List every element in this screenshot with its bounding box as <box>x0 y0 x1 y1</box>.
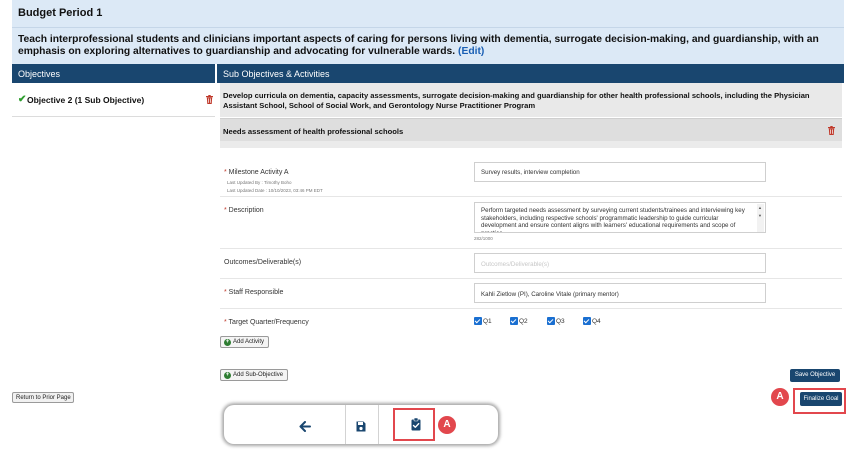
add-sub-objective-button[interactable]: + Add Sub-Objective <box>220 369 288 381</box>
callout-a-toolbar: A <box>438 416 456 434</box>
target-quarter-row: * Target Quarter/Frequency <box>220 309 842 335</box>
goal-text-block: Teach interprofessional students and cli… <box>18 34 840 58</box>
description-textarea[interactable]: Perform targeted needs assessment by sur… <box>474 202 766 233</box>
sub-objective-header: Develop curricula on dementia, capacity … <box>220 83 842 117</box>
goal-description: Teach interprofessional students and cli… <box>12 28 844 64</box>
outcomes-row: Outcomes/Deliverable(s) Outcomes/Deliver… <box>220 249 842 279</box>
milestone-row: * Milestone Activity A Last Updated By :… <box>220 155 842 197</box>
q4-label: Q4 <box>592 318 601 325</box>
objective-item[interactable]: ✔ Objective 2 (1 Sub Objective) <box>12 83 215 117</box>
budget-period-header: Budget Period 1 <box>12 0 844 28</box>
milestone-updated-date: Last Updated Date : 10/10/2023, 03:46 PM… <box>227 188 323 193</box>
sub-objectives-column-header: Sub Objectives & Activities <box>217 64 844 83</box>
description-label: * Description <box>224 207 264 214</box>
q3-checkbox[interactable] <box>547 317 555 325</box>
clipboard-check-icon[interactable] <box>411 417 421 436</box>
objectives-column-header: Objectives <box>12 64 215 83</box>
textarea-scrollbar[interactable]: ▲ ▼ <box>757 204 764 232</box>
plus-icon: + <box>224 372 231 379</box>
q2-checkbox[interactable] <box>510 317 518 325</box>
milestone-label: * Milestone Activity A <box>224 169 289 176</box>
outcomes-input[interactable]: Outcomes/Deliverable(s) <box>474 253 766 273</box>
toolbar-divider <box>345 405 346 444</box>
arrow-left-icon[interactable] <box>299 419 311 437</box>
staff-input[interactable]: Kahli Zietlow (PI), Caroline Vitale (pri… <box>474 283 766 303</box>
milestone-updated-by: Last Updated By : Timothy Boho <box>227 180 292 185</box>
edit-goal-link[interactable]: (Edit) <box>458 46 484 57</box>
q2-label: Q2 <box>519 318 528 325</box>
trash-icon[interactable] <box>828 126 835 135</box>
activity-header-strip <box>220 141 842 148</box>
staff-row: * Staff Responsible Kahli Zietlow (PI), … <box>220 279 842 309</box>
q1-checkbox[interactable] <box>474 317 482 325</box>
check-icon: ✔ <box>18 94 27 105</box>
q4-checkbox[interactable] <box>583 317 591 325</box>
save-objective-button[interactable]: Save Objective <box>790 369 840 382</box>
return-prior-page-button[interactable]: Return to Prior Page <box>12 392 74 403</box>
q1-label: Q1 <box>483 318 492 325</box>
callout-a-finalize: A <box>771 388 789 406</box>
toolbar-divider <box>378 405 379 444</box>
description-row: * Description Perform targeted needs ass… <box>220 197 842 249</box>
plus-icon: + <box>224 339 231 346</box>
finalize-goal-button[interactable]: Finalize Goal <box>800 392 842 406</box>
outcomes-label: Outcomes/Deliverable(s) <box>224 259 302 266</box>
save-icon[interactable] <box>356 419 366 437</box>
staff-label: * Staff Responsible <box>224 289 284 296</box>
goal-text: Teach interprofessional students and cli… <box>18 34 819 57</box>
target-quarter-label: * Target Quarter/Frequency <box>224 319 309 326</box>
budget-period-title: Budget Period 1 <box>18 7 103 19</box>
milestone-input[interactable]: Survey results, interview completion <box>474 162 766 182</box>
objectives-header-label: Objectives <box>18 69 61 79</box>
floating-toolbar: A <box>224 405 498 444</box>
add-activity-button[interactable]: + Add Activity <box>220 336 269 348</box>
sub-objectives-header-label: Sub Objectives & Activities <box>223 69 330 79</box>
activity-title: Needs assessment of health professional … <box>223 127 404 136</box>
q3-label: Q3 <box>556 318 565 325</box>
trash-icon[interactable] <box>206 95 213 104</box>
description-char-count: 282/1000 <box>474 236 493 241</box>
objective-label: Objective 2 (1 Sub Objective) <box>27 95 145 105</box>
sub-objective-title: Develop curricula on dementia, capacity … <box>223 91 810 110</box>
